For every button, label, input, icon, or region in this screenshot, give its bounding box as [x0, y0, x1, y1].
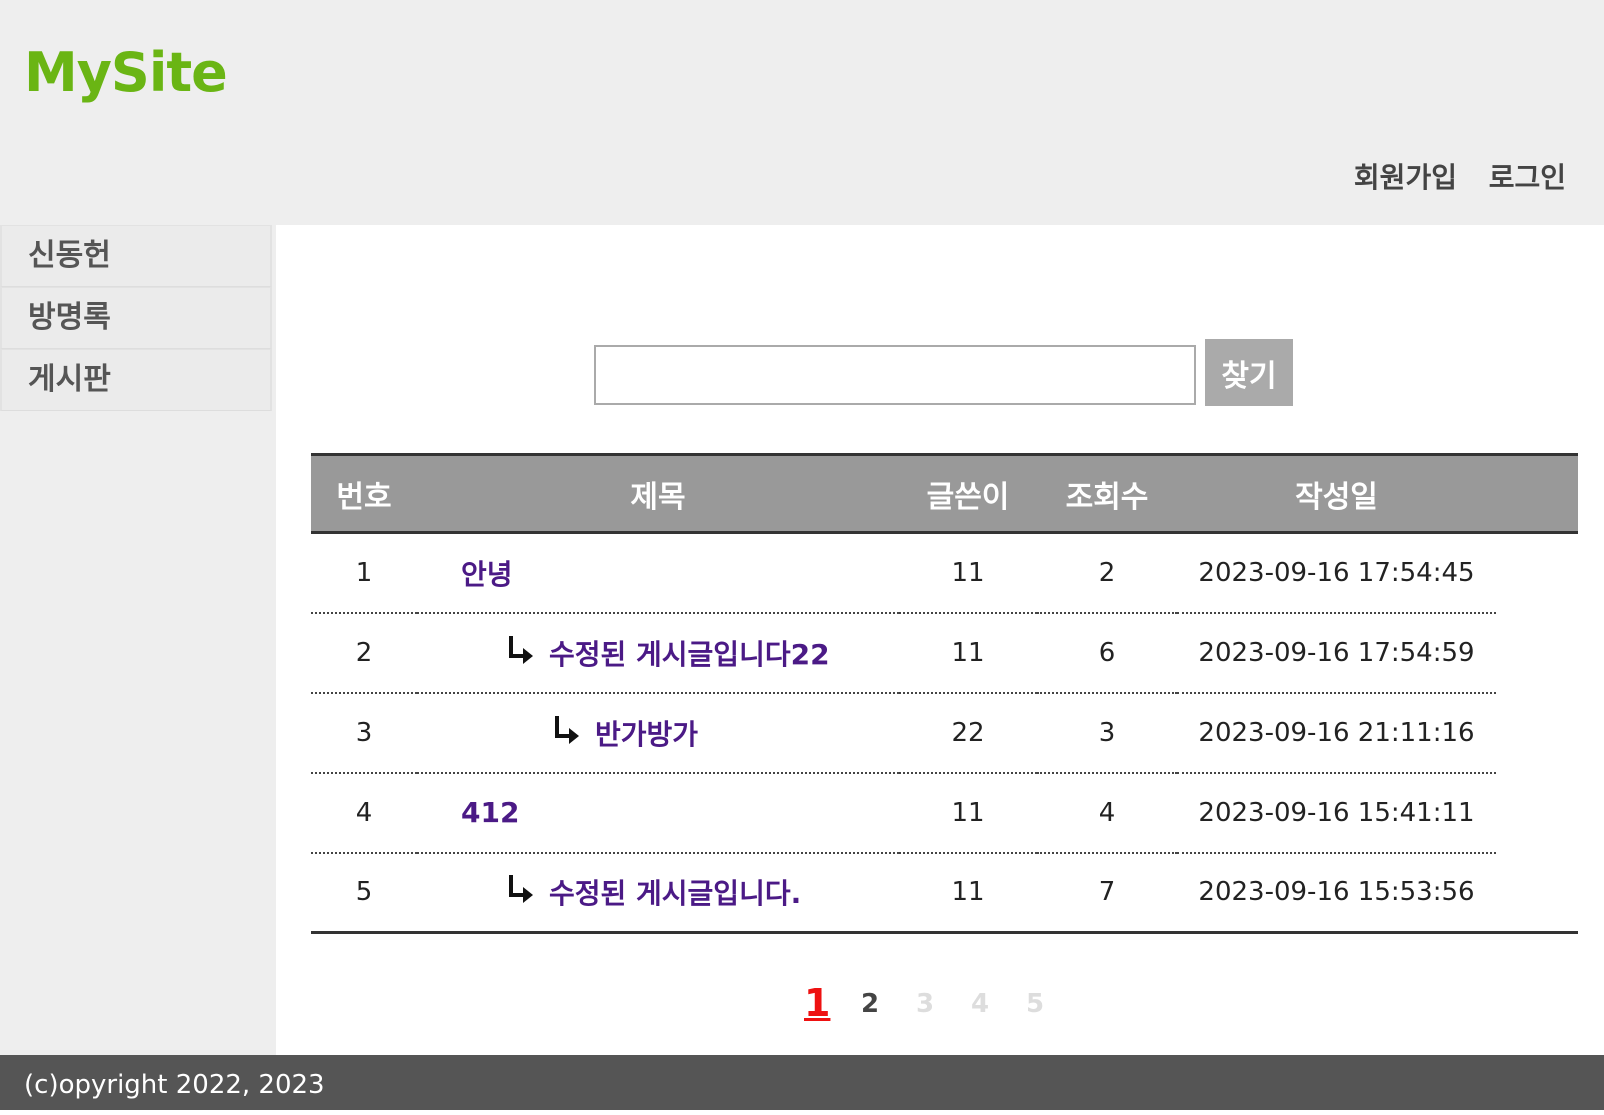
post-hits: 2: [1037, 532, 1177, 614]
column-header-title: 제목: [630, 479, 686, 515]
post-hits: 3: [1037, 692, 1177, 774]
page-5-disabled: 5: [1026, 989, 1045, 1019]
table-header-row: 번호 제목 글쓴이 조회수 작성일: [311, 454, 1578, 533]
table-row: 2 수정된 게시글입니다22 11 6 2023-09-16 17:54:59: [311, 612, 1578, 694]
post-title-link[interactable]: 안녕: [461, 558, 513, 591]
row-spacer: [1496, 533, 1578, 613]
site-header: MySite 회원가입 로그인: [0, 0, 1604, 225]
post-no: 5: [355, 877, 373, 908]
post-writer: 11: [899, 532, 1037, 614]
sidebar-item-profile[interactable]: 신동헌: [0, 225, 272, 287]
column-header-writer: 글쓴이: [926, 479, 1010, 515]
post-writer: 11: [951, 877, 985, 908]
post-writer: 22: [899, 692, 1037, 774]
table-row: 1 안녕 11 2 2023-09-16 17:54:45: [311, 532, 1578, 614]
table-row: 3 반가방가 22 3 2023-09-16 21:11:16: [311, 692, 1578, 774]
post-title-cell: 반가방가: [417, 692, 899, 774]
site-footer: (c)opyright 2022, 2023: [0, 1055, 1604, 1110]
sidebar-item-board[interactable]: 게시판: [0, 349, 272, 411]
post-date: 2023-09-16 21:11:16: [1177, 692, 1496, 774]
table-row: 4 412 11 4 2023-09-16 15:41:11: [311, 772, 1578, 854]
post-hits: 6: [1037, 612, 1177, 694]
login-link[interactable]: 로그인: [1489, 161, 1566, 194]
post-date: 2023-09-16 15:53:56: [1198, 877, 1475, 908]
post-date: 2023-09-16 17:54:45: [1177, 532, 1496, 614]
row-spacer: [1496, 613, 1578, 693]
join-link[interactable]: 회원가입: [1354, 161, 1457, 194]
post-title-link[interactable]: 반가방가: [595, 718, 698, 751]
page-2-link[interactable]: 2: [861, 989, 879, 1019]
post-no: 3: [311, 692, 417, 774]
reply-arrow-icon: [509, 875, 533, 904]
table-row: 5 수정된 게시글입니다. 11 7 2023-09-16 15:53:56: [311, 853, 1578, 933]
auth-links: 회원가입 로그인: [1332, 156, 1566, 196]
post-title-link[interactable]: 수정된 게시글입니다22: [549, 638, 830, 671]
post-writer: 11: [899, 772, 1037, 854]
page-3-disabled: 3: [916, 989, 935, 1019]
post-title-cell: 수정된 게시글입니다.: [417, 853, 899, 933]
post-date: 2023-09-16 17:54:59: [1177, 612, 1496, 694]
row-spacer: [1496, 773, 1578, 853]
post-no: 4: [311, 772, 417, 854]
column-header-spacer: [1496, 455, 1578, 533]
reply-arrow-icon: [555, 715, 579, 744]
sidebar-nav: 신동헌 방명록 게시판: [0, 225, 276, 1055]
column-header-hits: 조회수: [1065, 479, 1149, 515]
search-button[interactable]: 찾기: [1205, 339, 1293, 406]
post-title-link[interactable]: 수정된 게시글입니다.: [549, 877, 801, 910]
post-no: 1: [311, 532, 417, 614]
post-title-cell: 수정된 게시글입니다22: [417, 612, 899, 694]
reply-arrow-icon: [509, 635, 533, 664]
column-header-date: 작성일: [1295, 479, 1378, 515]
post-hits: 4: [1037, 772, 1177, 854]
post-no: 2: [311, 612, 417, 694]
page-4-disabled: 4: [971, 989, 990, 1019]
row-spacer: [1496, 693, 1578, 773]
page-1-current: 1: [804, 981, 831, 1025]
main-content: 찾기 번호 제목 글쓴이 조회수 작성일 1 안녕 11 2 2023-09-1…: [276, 225, 1604, 1055]
post-writer: 11: [899, 612, 1037, 694]
board-body: 1 안녕 11 2 2023-09-16 17:54:45 2 수정된 게시글입…: [311, 532, 1578, 933]
site-logo[interactable]: MySite: [24, 46, 228, 100]
post-hits: 7: [1098, 877, 1116, 908]
post-date: 2023-09-16 15:41:11: [1177, 772, 1496, 854]
post-title-link[interactable]: 412: [461, 796, 519, 829]
sidebar-item-guestbook[interactable]: 방명록: [0, 287, 272, 349]
post-title-cell: 안녕: [417, 532, 899, 614]
board-table: 번호 제목 글쓴이 조회수 작성일 1 안녕 11 2 2023-09-16 1…: [311, 453, 1578, 934]
row-spacer: [1496, 853, 1578, 933]
search-input[interactable]: [594, 345, 1196, 405]
column-header-no: 번호: [336, 479, 392, 515]
post-title-cell: 412: [417, 772, 899, 854]
